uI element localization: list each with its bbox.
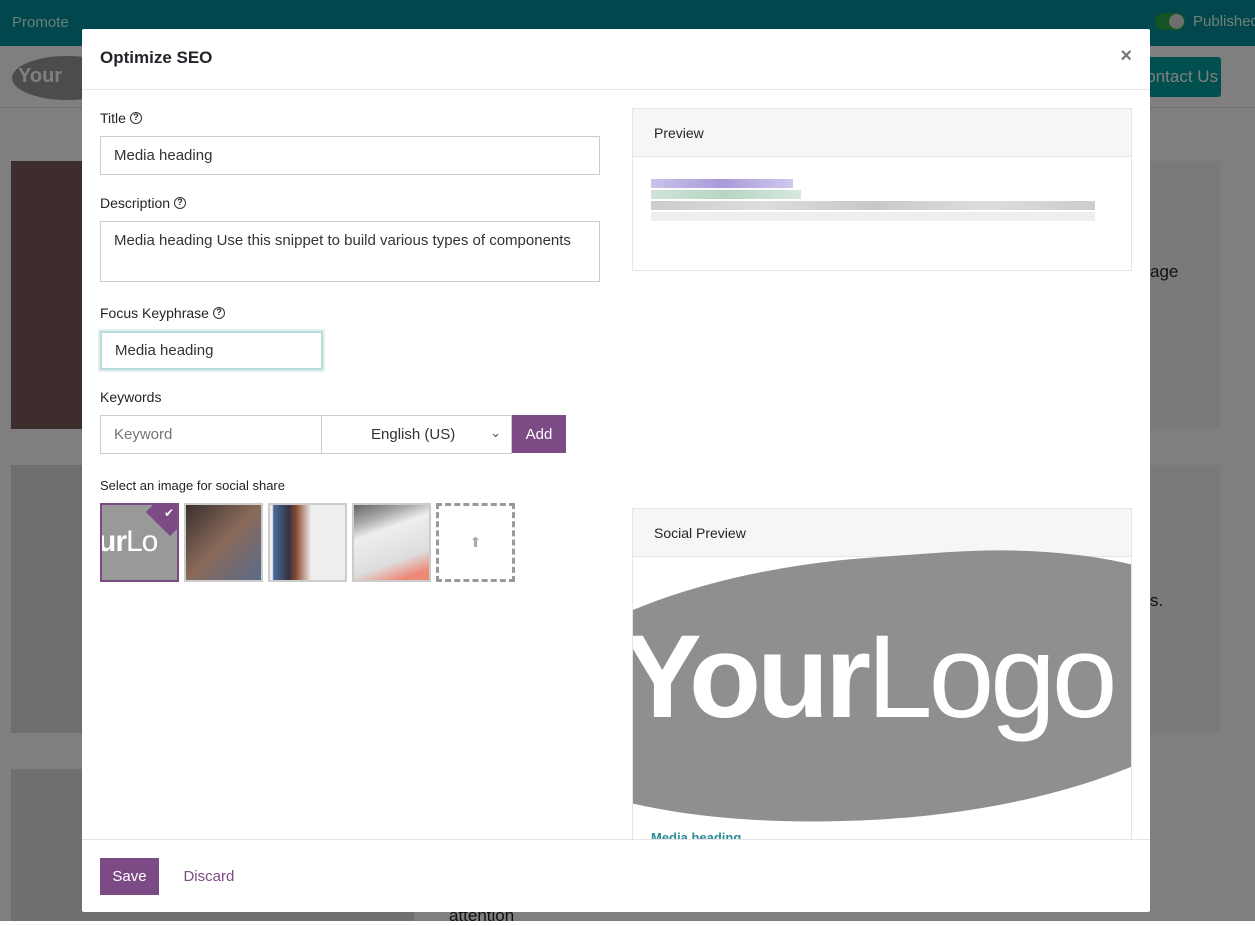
label-text: Focus Keyphrase (100, 305, 209, 321)
description-label: Description? (100, 195, 600, 211)
dialog-footer: Save Discard (82, 839, 1150, 912)
keywords-label: Keywords (100, 389, 162, 405)
check-icon: ✔ (163, 506, 174, 520)
help-icon[interactable]: ? (212, 307, 225, 319)
title-input[interactable] (100, 136, 600, 175)
label-text: Description (100, 195, 171, 211)
dialog-body: Title? Description? Media heading Use th… (82, 90, 1150, 839)
close-icon[interactable]: × (1120, 45, 1132, 68)
description-input[interactable]: Media heading Use this snippet to build … (100, 221, 600, 282)
save-button[interactable]: Save (100, 858, 159, 895)
social-image-meeting[interactable] (184, 503, 263, 582)
language-select[interactable]: English (US) ⌄ (322, 415, 512, 454)
social-preview-header: Social Preview (633, 509, 1131, 557)
help-icon[interactable]: ? (129, 112, 142, 124)
help-icon[interactable]: ? (174, 197, 187, 209)
logo-fragment: urLo (100, 525, 158, 558)
blurred-search-preview (633, 157, 1131, 245)
focus-keyphrase-input[interactable] (98, 329, 325, 372)
social-image-label: Select an image for social share (100, 478, 285, 493)
dialog-header: Optimize SEO × (82, 29, 1150, 90)
dialog-title: Optimize SEO (100, 48, 213, 67)
add-keyword-button[interactable]: Add (512, 415, 566, 453)
focus-keyphrase-label: Focus Keyphrase? (100, 305, 600, 321)
social-logo-text: YourLogo (632, 611, 1118, 743)
optimize-seo-dialog: Optimize SEO × Title? Description? Media… (82, 29, 1150, 912)
label-text: Title (100, 110, 126, 126)
social-image-briefcase[interactable] (268, 503, 347, 582)
preview-header: Preview (633, 109, 1131, 157)
upload-icon: ⬆ (469, 534, 482, 550)
discard-button[interactable]: Discard (183, 868, 234, 885)
social-preview-panel: Social Preview YourLogo Media heading (632, 508, 1132, 839)
language-value: English (US) (371, 426, 456, 443)
title-label: Title? (100, 110, 600, 126)
keyword-input[interactable] (100, 415, 322, 454)
social-image-desk[interactable] (352, 503, 431, 582)
social-image-logo[interactable]: ✔ urLo (100, 503, 179, 582)
preview-panel: Preview (632, 108, 1132, 271)
social-heading: Media heading (651, 830, 742, 839)
upload-image-button[interactable]: ⬆ (436, 503, 515, 582)
chevron-down-icon: ⌄ (490, 425, 501, 440)
